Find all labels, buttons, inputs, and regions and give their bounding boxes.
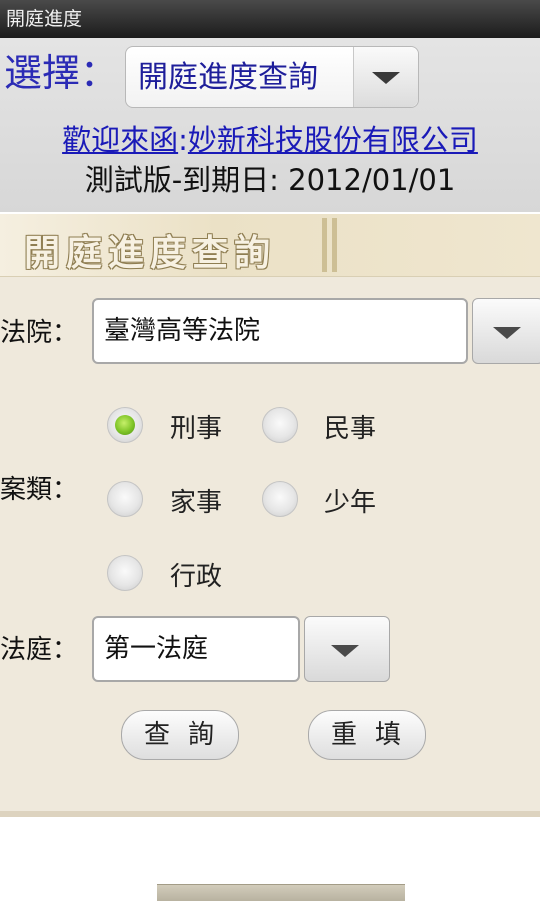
case-type-label: 案類：	[0, 475, 79, 505]
court-dropdown-button[interactable]	[472, 298, 540, 364]
radio-family[interactable]	[107, 481, 143, 517]
court-label: 法院：	[0, 318, 79, 348]
court-select-value: 臺灣高等法院	[104, 316, 261, 346]
court-select[interactable]: 臺灣高等法院	[92, 298, 468, 364]
courtroom-select[interactable]: 第一法庭	[92, 616, 300, 682]
radio-administrative[interactable]	[107, 555, 143, 591]
chevron-down-icon	[372, 72, 400, 84]
app-title-bar: 開庭進度	[0, 0, 540, 38]
welcome-separator: :	[178, 123, 188, 157]
radio-juvenile-label: 少年	[324, 488, 377, 518]
function-selector-value: 開庭進度查詢	[138, 60, 318, 95]
courtroom-label: 法庭：	[0, 635, 79, 665]
banner-divider	[332, 218, 337, 272]
expiry-text: 測試版-到期日: 2012/01/01	[84, 163, 456, 197]
chevron-down-icon	[331, 645, 359, 657]
radio-criminal[interactable]	[107, 407, 143, 443]
courtroom-select-value: 第一法庭	[104, 634, 209, 664]
section-banner-title: 開庭進度查詢	[24, 233, 277, 274]
function-selector[interactable]: 開庭進度查詢	[125, 46, 419, 108]
radio-civil-label: 民事	[324, 414, 377, 444]
radio-family-label: 家事	[170, 488, 223, 518]
query-form-panel: 法院： 臺灣高等法院 案類： 刑事 民事 家事 少年 行政 法庭： 第一法庭 查…	[0, 277, 540, 817]
company-link[interactable]: 妙新科技股份有限公司	[188, 123, 478, 157]
function-selector-dropdown-button[interactable]	[353, 47, 418, 107]
courtroom-dropdown-button[interactable]	[304, 616, 390, 682]
banner-divider	[322, 218, 327, 272]
bottom-strip	[157, 884, 405, 901]
query-button[interactable]: 查詢	[121, 710, 239, 760]
app-title: 開庭進度	[6, 8, 83, 30]
select-label: 選擇：	[4, 51, 119, 95]
welcome-line: 歡迎來函:妙新科技股份有限公司	[0, 120, 540, 160]
section-banner: 開庭進度查詢	[0, 214, 540, 277]
radio-juvenile[interactable]	[262, 481, 298, 517]
welcome-link[interactable]: 歡迎來函	[62, 123, 178, 157]
radio-criminal-label: 刑事	[170, 414, 223, 444]
chevron-down-icon	[493, 327, 521, 339]
reset-button[interactable]: 重填	[308, 710, 426, 760]
radio-administrative-label: 行政	[170, 562, 223, 592]
radio-civil[interactable]	[262, 407, 298, 443]
